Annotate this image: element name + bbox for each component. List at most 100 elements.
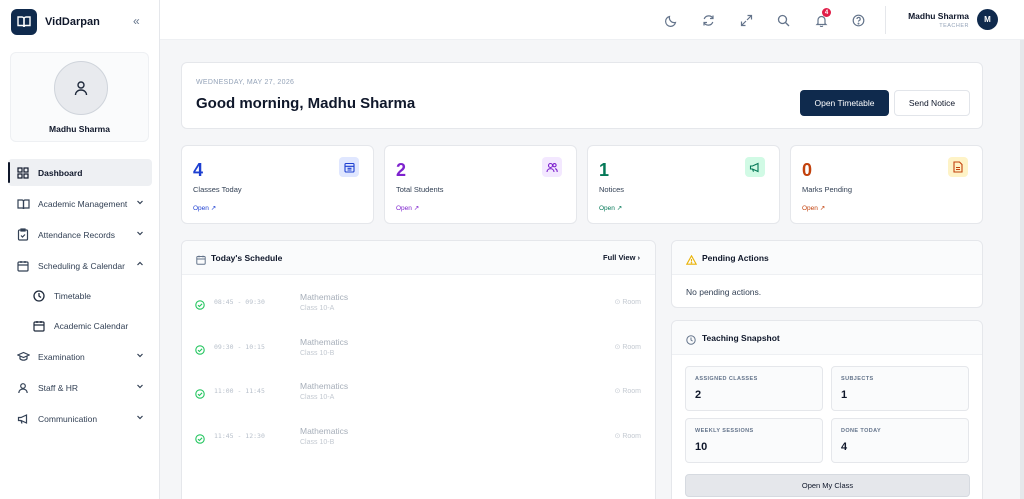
profile-card: Madhu Sharma bbox=[10, 52, 149, 142]
clock-icon bbox=[686, 332, 696, 350]
sidebar-item-label: Staff & HR bbox=[38, 382, 78, 393]
chevron-down-icon bbox=[136, 198, 144, 208]
sidebar-item-communication[interactable]: Communication bbox=[8, 405, 152, 432]
calendar-icon bbox=[339, 157, 359, 177]
chevron-right-icon: › bbox=[637, 253, 641, 262]
sidebar-item-label: Scheduling & Calendar bbox=[38, 260, 125, 271]
chevron-down-icon bbox=[136, 382, 144, 392]
sidebar-item-label: Attendance Records bbox=[38, 229, 116, 240]
calendar-icon bbox=[16, 259, 30, 273]
check-circle-icon bbox=[195, 431, 205, 449]
teaching-snapshot-panel: Teaching Snapshot ASSIGNED CLASSES 2 SUB… bbox=[671, 320, 983, 499]
stat-open-link[interactable]: Open ↗ bbox=[396, 204, 419, 212]
bell-icon[interactable]: 4 bbox=[813, 8, 831, 28]
check-circle-icon bbox=[195, 342, 205, 360]
table-row[interactable]: 09:30 - 10:15 Mathematics Class 10-B ⊙ Room bbox=[182, 330, 655, 374]
sidebar-item-label: Academic Management bbox=[38, 198, 128, 209]
session-class: Class 10-A bbox=[300, 394, 335, 401]
panel-title: Teaching Snapshot bbox=[702, 333, 780, 343]
session-time: 11:45 - 12:30 bbox=[214, 431, 265, 440]
help-icon[interactable] bbox=[850, 12, 866, 28]
panel-title: Today's Schedule bbox=[211, 253, 283, 263]
sidebar-item-timetable[interactable]: Timetable bbox=[8, 283, 152, 309]
snapshot-value: 2 bbox=[695, 389, 702, 401]
stat-value: 4 bbox=[193, 160, 204, 180]
session-room: ⊙ Room bbox=[614, 343, 641, 351]
sidebar-item-academic-calendar[interactable]: Academic Calendar bbox=[8, 313, 152, 339]
snapshot-label: WEEKLY SESSIONS bbox=[695, 428, 754, 434]
open-timetable-button[interactable]: Open Timetable bbox=[800, 90, 889, 116]
refresh-icon[interactable] bbox=[700, 12, 716, 28]
search-icon[interactable] bbox=[775, 12, 791, 28]
panel-header: Pending Actions bbox=[672, 241, 982, 275]
snapshot-subjects: SUBJECTS 1 bbox=[831, 366, 969, 411]
collapse-sidebar-icon[interactable]: « bbox=[133, 14, 140, 28]
sidebar-item-label: Examination bbox=[38, 351, 85, 362]
send-notice-button[interactable]: Send Notice bbox=[894, 90, 970, 116]
table-row[interactable]: 11:00 - 11:45 Mathematics Class 10-A ⊙ Room bbox=[182, 374, 655, 418]
snapshot-label: DONE TODAY bbox=[841, 428, 882, 434]
warning-icon bbox=[685, 252, 698, 270]
topbar-divider bbox=[885, 6, 886, 34]
room-label: Room bbox=[622, 432, 641, 440]
avatar[interactable]: M bbox=[977, 9, 998, 30]
calendar-icon bbox=[196, 252, 206, 270]
current-date: WEDNESDAY, MAY 27, 2026 bbox=[196, 79, 295, 86]
room-label: Room bbox=[622, 299, 641, 306]
full-view-link[interactable]: Full View › bbox=[603, 253, 640, 262]
sidebar-item-attendance-records[interactable]: Attendance Records bbox=[8, 221, 152, 248]
session-time: 09:30 - 10:15 bbox=[214, 342, 265, 351]
sidebar: VidDarpan « Madhu Sharma Dashboard Acade… bbox=[0, 0, 160, 499]
stat-card-total-students: 2 Total Students Open ↗ bbox=[384, 145, 577, 224]
sidebar-item-dashboard[interactable]: Dashboard bbox=[8, 159, 152, 186]
session-room: ⊙ Room bbox=[614, 432, 641, 440]
sidebar-item-staff-hr[interactable]: Staff & HR bbox=[8, 374, 152, 401]
expand-icon[interactable] bbox=[738, 12, 754, 28]
snapshot-value: 4 bbox=[841, 441, 848, 453]
snapshot-value: 10 bbox=[695, 441, 708, 453]
sidebar-item-academic-management[interactable]: Academic Management bbox=[8, 190, 152, 217]
session-class: Class 10-B bbox=[300, 349, 335, 357]
table-row[interactable]: 08:45 - 09:30 Mathematics Class 10-A ⊙ Room bbox=[182, 285, 655, 329]
chevron-down-icon bbox=[136, 229, 144, 239]
megaphone-icon bbox=[745, 157, 765, 177]
topbar-user-role: TEACHER bbox=[939, 23, 969, 29]
notification-badge: 4 bbox=[822, 8, 831, 17]
session-class: Class 10-A bbox=[300, 305, 335, 312]
brand[interactable]: VidDarpan bbox=[11, 9, 100, 35]
pending-empty-message: No pending actions. bbox=[686, 287, 762, 297]
room-label: Room bbox=[622, 388, 641, 395]
open-my-class-button[interactable]: Open My Class bbox=[685, 474, 970, 497]
sidebar-item-label: Timetable bbox=[54, 291, 92, 301]
chevron-up-icon bbox=[136, 260, 144, 270]
stat-label: Total Students bbox=[396, 185, 444, 194]
book-logo-icon bbox=[11, 9, 37, 35]
sidebar-item-examination[interactable]: Examination bbox=[8, 343, 152, 370]
stat-open-link[interactable]: Open ↗ bbox=[599, 204, 622, 212]
full-view-label: Full View bbox=[603, 253, 636, 262]
table-row[interactable]: 11:45 - 12:30 Mathematics Class 10-B ⊙ Room bbox=[182, 419, 655, 463]
book-open-icon bbox=[16, 197, 30, 211]
sidebar-item-scheduling-calendar[interactable]: Scheduling & Calendar bbox=[8, 252, 152, 279]
moon-icon[interactable] bbox=[663, 12, 679, 28]
dashboard-grid-icon bbox=[16, 166, 30, 180]
stat-value: 0 bbox=[802, 160, 813, 180]
stat-open-link[interactable]: Open ↗ bbox=[802, 204, 825, 212]
sidebar-item-label: Academic Calendar bbox=[54, 321, 129, 331]
stat-value: 2 bbox=[396, 160, 407, 180]
stat-label: Notices bbox=[599, 185, 625, 194]
graduation-cap-icon bbox=[16, 350, 30, 364]
brand-name: VidDarpan bbox=[45, 16, 100, 28]
session-subject: Mathematics bbox=[300, 336, 349, 347]
snapshot-weekly-sessions: WEEKLY SESSIONS 10 bbox=[685, 418, 823, 463]
check-circle-icon bbox=[195, 297, 205, 315]
calendar-icon bbox=[32, 319, 46, 333]
topbar: 4 Madhu Sharma TEACHER M bbox=[160, 0, 1024, 40]
stat-open-link[interactable]: Open ↗ bbox=[193, 204, 216, 212]
page-scrollbar[interactable] bbox=[1020, 40, 1024, 499]
stat-label: Classes Today bbox=[193, 185, 242, 194]
topbar-user-name[interactable]: Madhu Sharma bbox=[908, 11, 969, 21]
pending-actions-panel: Pending Actions No pending actions. bbox=[671, 240, 983, 308]
chevron-down-icon bbox=[136, 413, 144, 423]
map-pin-icon: ⊙ bbox=[614, 432, 621, 440]
